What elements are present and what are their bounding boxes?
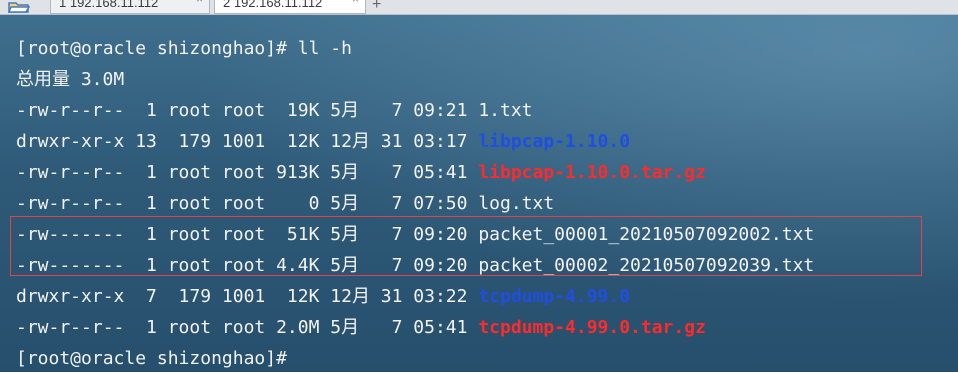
- tab-label: 1 192.168.11.112: [59, 0, 159, 10]
- file-meta: -rw-r--r-- 1 root root 2.0M 5月 7 05:41: [16, 317, 479, 338]
- file-meta: drwxr-xr-x 13 179 1001 12K 12月 31 03:17: [16, 131, 479, 152]
- tab-bar: 1 192.168.11.112 × 2 192.168.11.112 × +: [0, 0, 958, 15]
- directory-name: tcpdump-4.99.0: [478, 286, 631, 307]
- file-meta: -rw-r--r-- 1 root root 0 5月 7 07:50: [16, 193, 479, 214]
- total-line: 总用量 3.0M: [16, 69, 125, 90]
- list-item: -rw-r--r-- 1 root root 19K 5月 7 09:21 1.…: [16, 95, 814, 126]
- tab-session-1[interactable]: 1 192.168.11.112 ×: [50, 0, 210, 14]
- close-icon[interactable]: ×: [196, 0, 203, 5]
- file-name: log.txt: [478, 193, 555, 214]
- file-name: 1.txt: [478, 100, 533, 121]
- list-item: -rw-r--r-- 1 root root 913K 5月 7 05:41 l…: [16, 157, 814, 188]
- folder-open-icon[interactable]: [4, 0, 34, 14]
- highlight-box: [10, 216, 922, 276]
- prompt-line: [root@oracle shizonghao]#: [16, 348, 287, 369]
- plus-icon[interactable]: +: [372, 0, 381, 14]
- tab-label: 2 192.168.11.112: [223, 0, 323, 10]
- terminal-output: [root@oracle shizonghao]# ll -h 总用量 3.0M -…: [16, 33, 814, 374]
- list-item: drwxr-xr-x 13 179 1001 12K 12月 31 03:17 …: [16, 126, 814, 157]
- file-meta: -rw-r--r-- 1 root root 19K 5月 7 09:21: [16, 100, 479, 121]
- tab-session-2[interactable]: 2 192.168.11.112 ×: [214, 0, 366, 14]
- list-item: -rw-r--r-- 1 root root 0 5月 7 07:50 log.…: [16, 188, 814, 219]
- close-icon[interactable]: ×: [352, 0, 359, 5]
- file-meta: drwxr-xr-x 7 179 1001 12K 12月 31 03:22: [16, 286, 479, 307]
- file-meta: -rw-r--r-- 1 root root 913K 5月 7 05:41: [16, 162, 479, 183]
- list-item: drwxr-xr-x 7 179 1001 12K 12月 31 03:22 t…: [16, 281, 814, 312]
- command-line: [root@oracle shizonghao]# ll -h: [16, 38, 352, 59]
- archive-name: tcpdump-4.99.0.tar.gz: [478, 317, 706, 338]
- list-item: -rw-r--r-- 1 root root 2.0M 5月 7 05:41 t…: [16, 312, 814, 343]
- archive-name: libpcap-1.10.0.tar.gz: [478, 162, 706, 183]
- terminal-window[interactable]: [root@oracle shizonghao]# ll -h 总用量 3.0M -…: [0, 15, 958, 372]
- directory-name: libpcap-1.10.0: [478, 131, 631, 152]
